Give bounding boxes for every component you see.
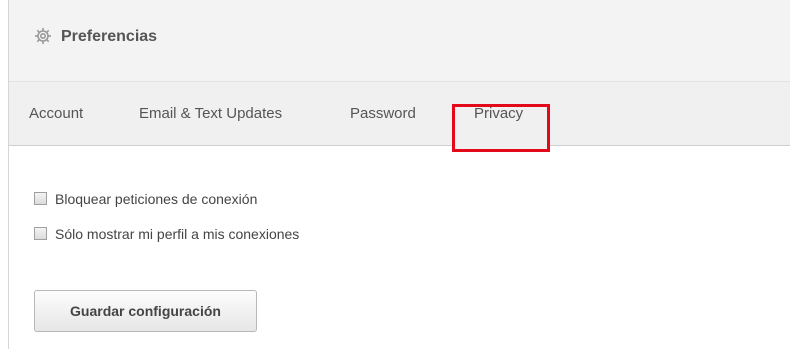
save-settings-button[interactable]: Guardar configuración [34, 290, 257, 332]
tab-password[interactable]: Password [350, 104, 416, 124]
tab-privacy[interactable]: Privacy [474, 104, 523, 124]
profile-connections-only-checkbox[interactable] [34, 227, 47, 240]
page-title: Preferencias [61, 28, 158, 45]
tab-account[interactable]: Account [29, 104, 83, 124]
block-connection-requests-checkbox[interactable] [34, 192, 47, 205]
profile-connections-only-label: Sólo mostrar mi perfil a mis conexiones [55, 226, 300, 242]
gear-icon [35, 28, 51, 44]
preferences-header: Preferencias [9, 0, 790, 82]
tab-email-text-updates[interactable]: Email & Text Updates [139, 104, 282, 124]
block-connection-requests-label: Bloquear peticiones de conexión [55, 191, 258, 207]
preferences-panel: Preferencias Account Email & Text Update… [8, 0, 790, 349]
preferences-tabs: Account Email & Text Updates Password [9, 82, 790, 152]
